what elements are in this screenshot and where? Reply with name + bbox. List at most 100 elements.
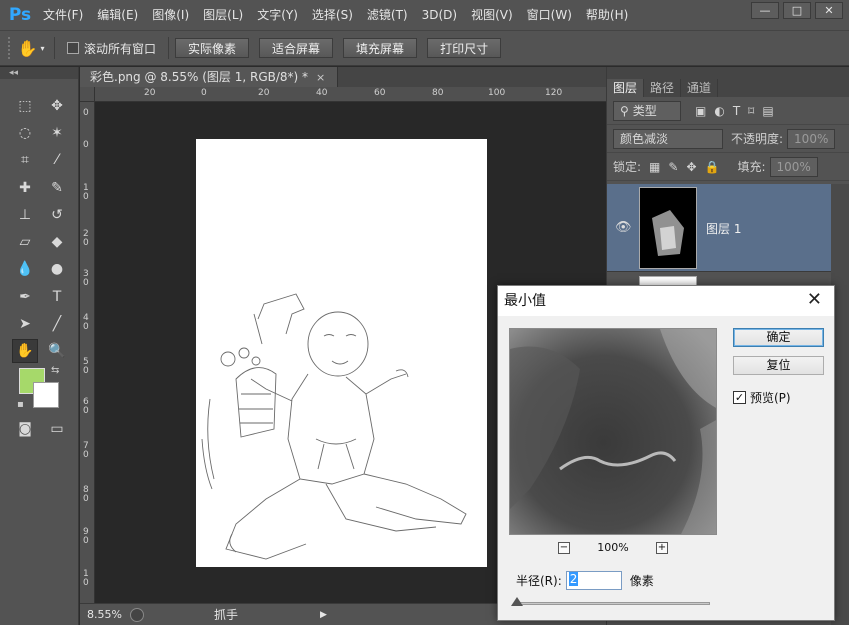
ruler-label: 0 (83, 140, 89, 150)
filter-adjustment-icon[interactable]: ◐ (714, 104, 724, 118)
zoom-level[interactable]: 8.55% (80, 608, 124, 621)
document-tab[interactable]: 彩色.png @ 8.55% (图层 1, RGB/8*) * × (80, 67, 339, 87)
filter-type-icon[interactable]: T (733, 104, 740, 118)
hand-tool-preset-icon[interactable]: ✋ ▾ (14, 39, 48, 58)
actual-pixels-button[interactable]: 实际像素 (175, 38, 250, 58)
layer-filter-row: ⚲ 类型 ▣ ◐ T ⌑ ▤ (607, 97, 849, 125)
preview-checkbox-row[interactable]: ✓ 预览(P) (733, 389, 791, 406)
type-tool-icon[interactable]: T (44, 285, 70, 309)
visibility-eye-icon[interactable]: 👁 (615, 220, 632, 235)
horizontal-ruler[interactable]: 20 0 20 40 60 80 100 120 (95, 87, 606, 102)
lock-all-icon[interactable]: 🔒 (705, 160, 720, 174)
lock-transparency-icon[interactable]: ▦ (649, 160, 660, 174)
tab-channels[interactable]: 通道 (681, 79, 719, 97)
quick-mask-icon[interactable]: ◙ (12, 417, 38, 441)
minimize-button[interactable]: — (751, 2, 779, 19)
document-canvas[interactable] (196, 139, 487, 567)
dodge-tool-icon[interactable]: ● (44, 257, 70, 281)
menu-3d[interactable]: 3D(D) (415, 0, 464, 30)
scroll-all-windows-checkbox[interactable] (67, 42, 79, 54)
filter-smart-object-icon[interactable]: ▤ (762, 104, 773, 118)
ruler-label: 60 (374, 88, 386, 98)
ruler-label: 9 0 (83, 527, 89, 546)
blur-tool-icon[interactable]: 💧 (12, 257, 38, 281)
default-colors-icon[interactable]: ▪ (17, 399, 24, 410)
layer-filter-select[interactable]: ⚲ 类型 (613, 100, 681, 121)
background-color-swatch[interactable] (33, 382, 59, 408)
radius-unit: 像素 (629, 574, 654, 588)
marquee-tool-icon[interactable]: ⬚ (12, 94, 38, 118)
radius-input[interactable]: 2 (565, 571, 622, 590)
lock-pixels-icon[interactable]: ✎ (668, 160, 678, 174)
filter-preview[interactable] (509, 328, 717, 535)
clone-stamp-icon[interactable]: ⊥ (12, 203, 38, 227)
swap-colors-icon[interactable]: ⇆ (51, 365, 59, 376)
radius-slider[interactable] (514, 602, 710, 605)
zoom-out-button[interactable]: − (558, 541, 570, 554)
layer-thumbnail (639, 187, 697, 269)
ruler-label: 1 0 (83, 183, 89, 202)
close-window-button[interactable]: ✕ (815, 2, 843, 19)
opacity-field[interactable]: 100% (787, 128, 836, 149)
fit-screen-button[interactable]: 适合屏幕 (259, 38, 334, 58)
ruler-origin[interactable] (80, 87, 95, 102)
menu-layer[interactable]: 图层(L) (196, 0, 250, 30)
menu-file[interactable]: 文件(F) (36, 0, 90, 30)
menu-type[interactable]: 文字(Y) (250, 0, 305, 30)
move-tool-icon[interactable]: ✥ (44, 94, 70, 118)
lock-position-icon[interactable]: ✥ (686, 160, 696, 174)
layer-item[interactable]: 👁 图层 1 (607, 184, 832, 272)
preview-checkbox[interactable]: ✓ (733, 391, 746, 404)
print-size-button[interactable]: 打印尺寸 (427, 38, 502, 58)
close-document-icon[interactable]: × (316, 71, 325, 84)
lock-label: 锁定: (613, 160, 642, 174)
lasso-tool-icon[interactable]: ◌ (12, 121, 38, 145)
screen-mode-icon[interactable]: ▭ (44, 417, 70, 441)
paint-bucket-icon[interactable]: ◆ (44, 230, 70, 254)
layer-name[interactable]: 图层 1 (706, 220, 741, 237)
crop-tool-icon[interactable]: ⌗ (12, 148, 38, 172)
blend-mode-select[interactable]: 颜色减淡 (613, 128, 723, 149)
maximize-button[interactable]: □ (783, 2, 811, 19)
line-tool-icon[interactable]: ╱ (44, 312, 70, 336)
menu-view[interactable]: 视图(V) (464, 0, 520, 30)
menu-edit[interactable]: 编辑(E) (90, 0, 145, 30)
menu-help[interactable]: 帮助(H) (579, 0, 635, 30)
ok-button[interactable]: 确定 (733, 328, 824, 347)
filter-shape-icon[interactable]: ⌑ (748, 104, 754, 118)
layer-thumbnail-image (652, 210, 684, 256)
fill-field[interactable]: 100% (769, 156, 818, 177)
brush-tool-icon[interactable]: ✎ (44, 176, 70, 200)
pen-tool-icon[interactable]: ✒ (12, 285, 38, 309)
ruler-label: 80 (432, 88, 444, 98)
healing-brush-icon[interactable]: ✚ (12, 176, 38, 200)
preview-zoom-value: 100% (597, 541, 629, 554)
panel-collapse-icon[interactable] (607, 67, 849, 79)
fill-screen-button[interactable]: 填充屏幕 (343, 38, 418, 58)
menu-select[interactable]: 选择(S) (305, 0, 360, 30)
hand-tool-icon[interactable]: ✋ (12, 339, 38, 363)
document-info-icon[interactable] (130, 607, 144, 622)
menu-image[interactable]: 图像(I) (145, 0, 196, 30)
close-icon[interactable]: ✕ (807, 289, 822, 310)
eyedropper-icon[interactable]: ⁄ (44, 148, 70, 172)
preview-zoom-controls: − 100% + (558, 541, 668, 554)
tab-paths[interactable]: 路径 (644, 79, 682, 97)
eraser-tool-icon[interactable]: ▱ (12, 230, 38, 254)
menu-filter[interactable]: 滤镜(T) (360, 0, 415, 30)
magic-wand-icon[interactable]: ✶ (44, 121, 70, 145)
history-brush-icon[interactable]: ↺ (44, 203, 70, 227)
dialog-title: 最小值 (498, 286, 834, 316)
radius-slider-handle[interactable] (511, 597, 523, 606)
zoom-in-button[interactable]: + (655, 541, 668, 554)
zoom-tool-icon[interactable]: 🔍 (44, 339, 70, 363)
vertical-ruler[interactable]: 0 0 1 0 2 0 3 0 4 0 5 0 6 0 7 0 8 0 9 0 … (80, 102, 95, 603)
toolbox-collapse-icon[interactable]: ◂◂ (0, 67, 78, 79)
path-selection-icon[interactable]: ➤ (12, 312, 38, 336)
tab-layers[interactable]: 图层 (607, 79, 645, 97)
filter-pixel-icon[interactable]: ▣ (695, 104, 706, 118)
menu-window[interactable]: 窗口(W) (520, 0, 579, 30)
ruler-label: 8 0 (83, 485, 89, 504)
reset-button[interactable]: 复位 (733, 356, 824, 375)
status-menu-arrow-icon[interactable]: ▶ (320, 610, 327, 620)
